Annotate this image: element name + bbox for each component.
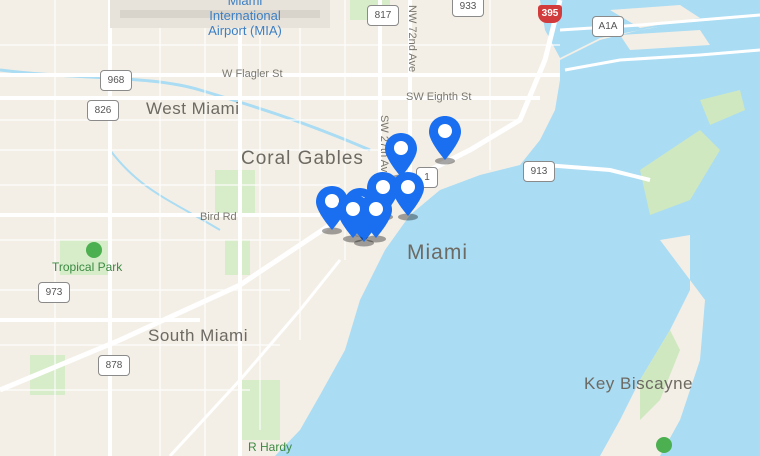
w-flagler-label: W Flagler St xyxy=(222,68,283,80)
route-817-shield: 817 xyxy=(367,5,399,26)
route-913-shield: 913 xyxy=(523,161,555,182)
airport-label: Miami International Airport (MIA) xyxy=(208,0,282,38)
bird-rd-label: Bird Rd xyxy=(200,211,237,223)
route-a1a-shield: A1A xyxy=(592,16,624,37)
route-968-shield: 968 xyxy=(100,70,132,91)
r-hardy-label: R Hardy xyxy=(248,440,293,454)
location-marker[interactable] xyxy=(390,170,426,222)
location-marker[interactable] xyxy=(427,114,463,166)
tropical-park-label: Tropical Park xyxy=(52,260,123,274)
key-biscayne-label: Key Biscayne xyxy=(584,374,693,393)
location-marker[interactable] xyxy=(335,192,371,244)
route-826-shield: 826 xyxy=(87,100,119,121)
sw-eighth-label: SW Eighth St xyxy=(406,91,472,103)
south-miami-label: South Miami xyxy=(148,326,248,345)
route-933-shield: 933 xyxy=(452,0,484,17)
interstate-395-shield: 395 xyxy=(538,5,562,23)
route-878-shield: 878 xyxy=(98,355,130,376)
nw-72-ave-label: NW 72nd Ave xyxy=(406,5,418,73)
miami-label: Miami xyxy=(407,241,468,264)
map-canvas[interactable]: Miami International Airport (MIA) West M… xyxy=(0,0,760,456)
park-icon xyxy=(86,242,102,258)
coral-gables-label: Coral Gables xyxy=(241,148,364,169)
west-miami-label: West Miami xyxy=(146,99,240,118)
park-icon-key-biscayne xyxy=(656,437,672,453)
route-973-shield: 973 xyxy=(38,282,70,303)
